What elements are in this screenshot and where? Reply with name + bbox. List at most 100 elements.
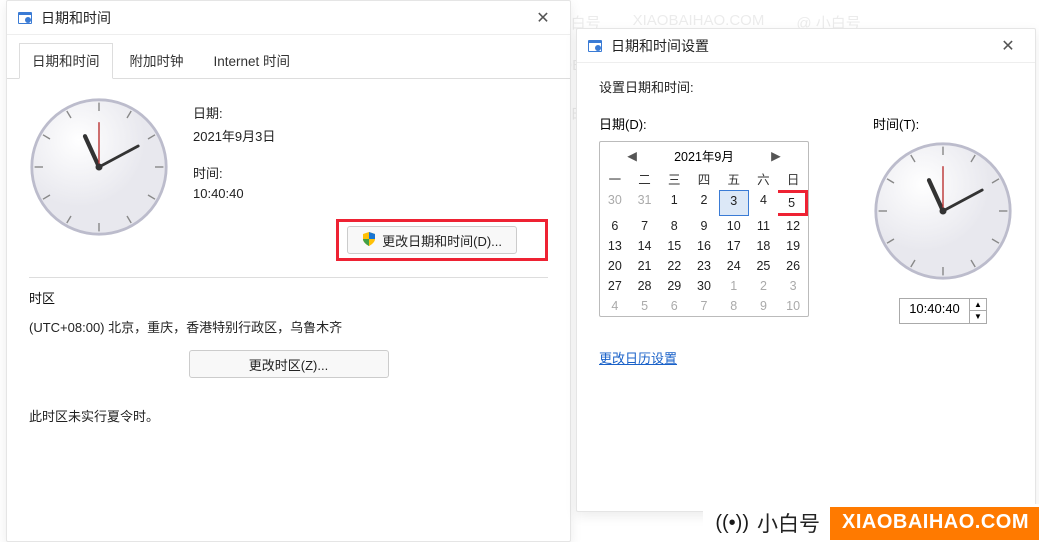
calendar-day[interactable]: 19: [778, 236, 808, 256]
calendar-day[interactable]: 8: [659, 216, 689, 236]
calendar-day[interactable]: 25: [749, 256, 779, 276]
close-icon: ✕: [1001, 36, 1014, 56]
change-datetime-button[interactable]: 更改日期和时间(D)...: [347, 226, 517, 254]
calendar-day[interactable]: 27: [600, 276, 630, 296]
brand-bar: ((•)) 小白号 XIAOBAIHAO.COM: [703, 504, 1039, 542]
calendar: ◀ 2021年9月 ▶ 一 二 三 四 五 六 日 30: [599, 141, 809, 317]
calendar-day[interactable]: 31: [630, 190, 660, 216]
calendar-day[interactable]: 12: [778, 216, 808, 236]
tab-strip: 日期和时间 附加时钟 Internet 时间: [7, 35, 570, 79]
dialog-content: 日期: 2021年9月3日 时间: 10:40:40 更改日期和时间(D)...: [7, 79, 570, 433]
calendar-day[interactable]: 6: [659, 296, 689, 316]
calendar-dow-row: 一 二 三 四 五 六 日: [600, 167, 808, 190]
dialog-content: 设置日期和时间: 日期(D): ◀ 2021年9月 ▶ 一 二 三 四 五: [577, 63, 1035, 375]
brand-name: 小白号: [749, 508, 830, 538]
calendar-day[interactable]: 1: [719, 276, 749, 296]
calendar-day[interactable]: 6: [600, 216, 630, 236]
change-datetime-highlight: 更改日期和时间(D)...: [336, 219, 548, 261]
calendar-day[interactable]: 10: [778, 296, 808, 316]
set-date-time-label: 设置日期和时间:: [599, 77, 1013, 96]
calendar-day[interactable]: 17: [719, 236, 749, 256]
time-spinner: ▲ ▼: [969, 298, 987, 324]
tab-additional-clocks[interactable]: 附加时钟: [117, 43, 197, 79]
calendar-day[interactable]: 20: [600, 256, 630, 276]
time-value: 10:40:40: [193, 186, 548, 201]
calendar-day[interactable]: 23: [689, 256, 719, 276]
analog-clock: [873, 141, 1013, 284]
calendar-day[interactable]: 8: [719, 296, 749, 316]
change-datetime-label: 更改日期和时间(D)...: [382, 231, 502, 250]
clock-calendar-icon: [587, 38, 603, 54]
calendar-day[interactable]: 15: [659, 236, 689, 256]
calendar-day[interactable]: 10: [719, 216, 749, 236]
calendar-day[interactable]: 4: [749, 190, 779, 216]
dst-note: 此时区未实行夏令时。: [29, 406, 548, 425]
calendar-day[interactable]: 18: [749, 236, 779, 256]
dow-header: 五: [719, 167, 749, 190]
time-label: 时间(T):: [873, 114, 919, 133]
date-label: 日期:: [193, 103, 548, 122]
calendar-day[interactable]: 2: [749, 276, 779, 296]
dow-header: 三: [659, 167, 689, 190]
calendar-day[interactable]: 7: [630, 216, 660, 236]
calendar-day[interactable]: 30: [600, 190, 630, 216]
next-month-button[interactable]: ▶: [768, 148, 784, 163]
timezone-value: (UTC+08:00) 北京，重庆，香港特别行政区，乌鲁木齐: [29, 317, 548, 336]
date-time-settings-dialog: 日期和时间设置 ✕ 设置日期和时间: 日期(D): ◀ 2021年9月 ▶ 一 …: [576, 28, 1036, 512]
change-calendar-settings-link[interactable]: 更改日历设置: [599, 348, 677, 367]
tab-date-time[interactable]: 日期和时间: [19, 43, 113, 79]
timezone-section-title: 时区: [29, 288, 548, 307]
calendar-day[interactable]: 21: [630, 256, 660, 276]
calendar-day[interactable]: 30: [689, 276, 719, 296]
spin-down-button[interactable]: ▼: [970, 311, 986, 323]
dialog-title: 日期和时间: [41, 8, 518, 28]
calendar-day[interactable]: 26: [778, 256, 808, 276]
calendar-day[interactable]: 9: [689, 216, 719, 236]
calendar-day[interactable]: 4: [600, 296, 630, 316]
dow-header: 一: [600, 167, 630, 190]
calendar-day[interactable]: 9: [749, 296, 779, 316]
prev-month-button[interactable]: ◀: [624, 148, 640, 163]
tab-internet-time[interactable]: Internet 时间: [201, 43, 304, 79]
calendar-day[interactable]: 16: [689, 236, 719, 256]
calendar-day[interactable]: 7: [689, 296, 719, 316]
calendar-day[interactable]: 22: [659, 256, 689, 276]
calendar-title[interactable]: 2021年9月: [648, 146, 760, 165]
dialog-title: 日期和时间设置: [611, 36, 983, 56]
calendar-day[interactable]: 3: [778, 276, 808, 296]
calendar-day[interactable]: 11: [749, 216, 779, 236]
calendar-days: 30 31 1 2 3 4 5 6 7 8 9 10 11 12: [600, 190, 808, 316]
change-timezone-button[interactable]: 更改时区(Z)...: [189, 350, 389, 378]
clock-calendar-icon: [17, 10, 33, 26]
calendar-day[interactable]: 24: [719, 256, 749, 276]
close-button[interactable]: ✕: [991, 33, 1025, 59]
titlebar[interactable]: 日期和时间 ✕: [7, 1, 570, 35]
calendar-day[interactable]: 28: [630, 276, 660, 296]
time-label: 时间:: [193, 163, 548, 182]
calendar-day-selected[interactable]: 3: [719, 190, 749, 216]
calendar-day-highlighted[interactable]: 5: [778, 190, 808, 216]
calendar-day[interactable]: 5: [630, 296, 660, 316]
date-time-dialog: 日期和时间 ✕ 日期和时间 附加时钟 Internet 时间: [6, 0, 571, 542]
titlebar[interactable]: 日期和时间设置 ✕: [577, 29, 1035, 63]
analog-clock: [29, 97, 169, 257]
brand-url: XIAOBAIHAO.COM: [830, 507, 1039, 540]
calendar-day[interactable]: 1: [659, 190, 689, 216]
close-button[interactable]: ✕: [526, 5, 560, 31]
calendar-day[interactable]: 2: [689, 190, 719, 216]
spin-up-button[interactable]: ▲: [970, 299, 986, 311]
date-value: 2021年9月3日: [193, 126, 548, 145]
dow-header: 二: [630, 167, 660, 190]
broadcast-icon: ((•)): [703, 512, 749, 535]
dow-header: 日: [778, 167, 808, 190]
calendar-day[interactable]: 14: [630, 236, 660, 256]
uac-shield-icon: [362, 232, 376, 249]
dow-header: 四: [689, 167, 719, 190]
calendar-day[interactable]: 29: [659, 276, 689, 296]
close-icon: ✕: [536, 8, 549, 28]
time-input[interactable]: 10:40:40: [899, 298, 969, 324]
calendar-day[interactable]: 13: [600, 236, 630, 256]
date-label: 日期(D):: [599, 114, 849, 133]
divider: [29, 277, 548, 278]
dow-header: 六: [749, 167, 779, 190]
